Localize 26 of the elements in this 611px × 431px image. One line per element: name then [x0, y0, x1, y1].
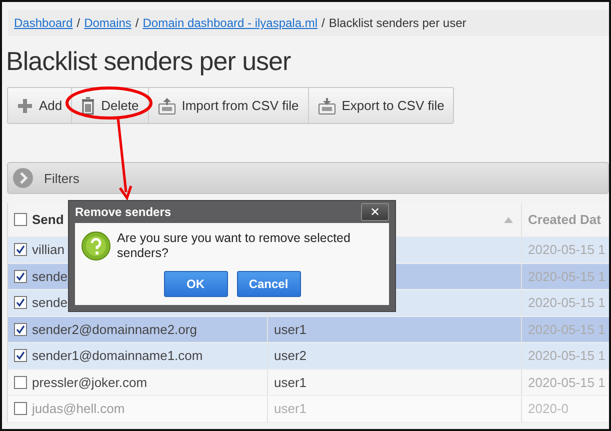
breadcrumb-separator: / [76, 16, 80, 30]
table-cell: 2020-05-15 1 [528, 268, 606, 284]
dialog-message: Are you sure you want to remove selected senders? [117, 231, 352, 261]
table-cell: sender2@domainname2.org [32, 322, 197, 337]
table-cell: 2020-05-15 1 [528, 295, 606, 310]
table-cell: sende [32, 295, 68, 310]
breadcrumb-current: Blacklist senders per user [328, 16, 466, 30]
table-cell: pressler@joker.com [32, 374, 148, 390]
breadcrumb-separator: / [322, 16, 325, 30]
breadcrumb-separator: / [135, 16, 139, 30]
table-cell: 2020-05-15 1 [528, 322, 606, 337]
table-cell: user2 [274, 348, 307, 364]
table-cell: 2020-05-15 1 [528, 374, 606, 390]
table-cell: user1 [274, 374, 307, 390]
filters-label: Filters [44, 170, 80, 186]
dialog-title: Remove senders [75, 205, 172, 219]
table-cell: 2020-05-15 1 [528, 348, 606, 364]
table-cell: user1 [274, 322, 307, 337]
table-cell: user1 [274, 401, 307, 416]
table-cell: sende [32, 268, 68, 284]
table-cell: judas@hell.com [32, 401, 125, 416]
table-cell: 2020-0 [528, 401, 568, 416]
table-cell: villian [32, 242, 65, 258]
page-title: Blacklist senders per user [6, 46, 292, 77]
table-cell: 2020-05-15 1 [528, 242, 606, 258]
table-cell: sender1@domainname1.com [32, 348, 203, 364]
